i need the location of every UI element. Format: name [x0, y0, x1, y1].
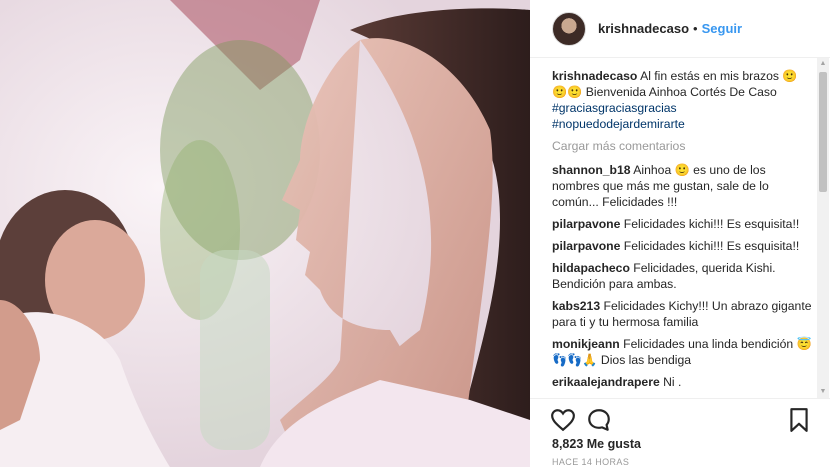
comment-item: erikaalejandrapere Ni .: [552, 374, 812, 390]
heart-icon[interactable]: [550, 407, 576, 433]
comment-item: kabs213 Felicidades Kichy!!! Un abrazo g…: [552, 298, 812, 330]
scroll-up-arrow-icon[interactable]: ▲: [817, 58, 829, 70]
comment-icon[interactable]: [586, 407, 612, 433]
scroll-down-arrow-icon[interactable]: ▼: [817, 386, 829, 398]
comment-item: monikjeann Felicidades una linda bendici…: [552, 336, 812, 368]
scrollbar-thumb[interactable]: [819, 72, 827, 192]
hashtag-link[interactable]: #graciasgraciasgracias: [552, 100, 812, 116]
comment-username[interactable]: shannon_b18: [552, 163, 631, 177]
comment-username[interactable]: erikaalejandrapere: [552, 375, 660, 389]
comment-text: Ni .: [663, 375, 682, 389]
header-username[interactable]: krishnadecaso: [598, 21, 689, 36]
comments-list[interactable]: krishnadecaso Al fin estás en mis brazos…: [530, 68, 820, 398]
post-timestamp: HACE 14 HORAS: [552, 457, 630, 467]
comment-text: Felicidades kichi!!! Es esquisita!!: [623, 239, 800, 253]
likes-count[interactable]: 8,823 Me gusta: [552, 437, 641, 451]
comment-username[interactable]: kabs213: [552, 299, 600, 313]
header-separator: •: [693, 21, 698, 36]
comment-username[interactable]: monikjeann: [552, 337, 620, 351]
comment-text: Felicidades kichi!!! Es esquisita!!: [623, 217, 800, 231]
comment-item: shannon_b18 Ainhoa 🙂 es uno de los nombr…: [552, 162, 812, 210]
comments-scrollbar[interactable]: ▲ ▼: [817, 58, 829, 398]
hashtag-link[interactable]: #nopuedodejardemirarte: [552, 116, 812, 132]
post-side-panel: krishnadecaso • Seguir krishnadecaso Al …: [530, 0, 830, 467]
post-header: krishnadecaso • Seguir: [530, 0, 830, 58]
comment-username[interactable]: pilarpavone: [552, 239, 620, 253]
load-more-comments-button[interactable]: Cargar más comentarios: [552, 138, 812, 154]
comment-item: pilarpavone Felicidades kichi!!! Es esqu…: [552, 238, 812, 254]
post-photo[interactable]: [0, 0, 530, 467]
avatar[interactable]: [552, 11, 586, 46]
comment-item: pilarpavone Felicidades kichi!!! Es esqu…: [552, 216, 812, 232]
comment-username[interactable]: hildapacheco: [552, 261, 630, 275]
comment-item: hildapacheco Felicidades, querida Kishi.…: [552, 260, 812, 292]
follow-button[interactable]: Seguir: [702, 21, 742, 36]
comment-username[interactable]: pilarpavone: [552, 217, 620, 231]
bookmark-icon[interactable]: [786, 407, 812, 433]
caption-username[interactable]: krishnadecaso: [552, 69, 637, 83]
photo-illustration: [0, 0, 530, 467]
post-caption: krishnadecaso Al fin estás en mis brazos…: [552, 68, 812, 132]
post-actions: 8,823 Me gusta HACE 14 HORAS: [530, 398, 830, 467]
